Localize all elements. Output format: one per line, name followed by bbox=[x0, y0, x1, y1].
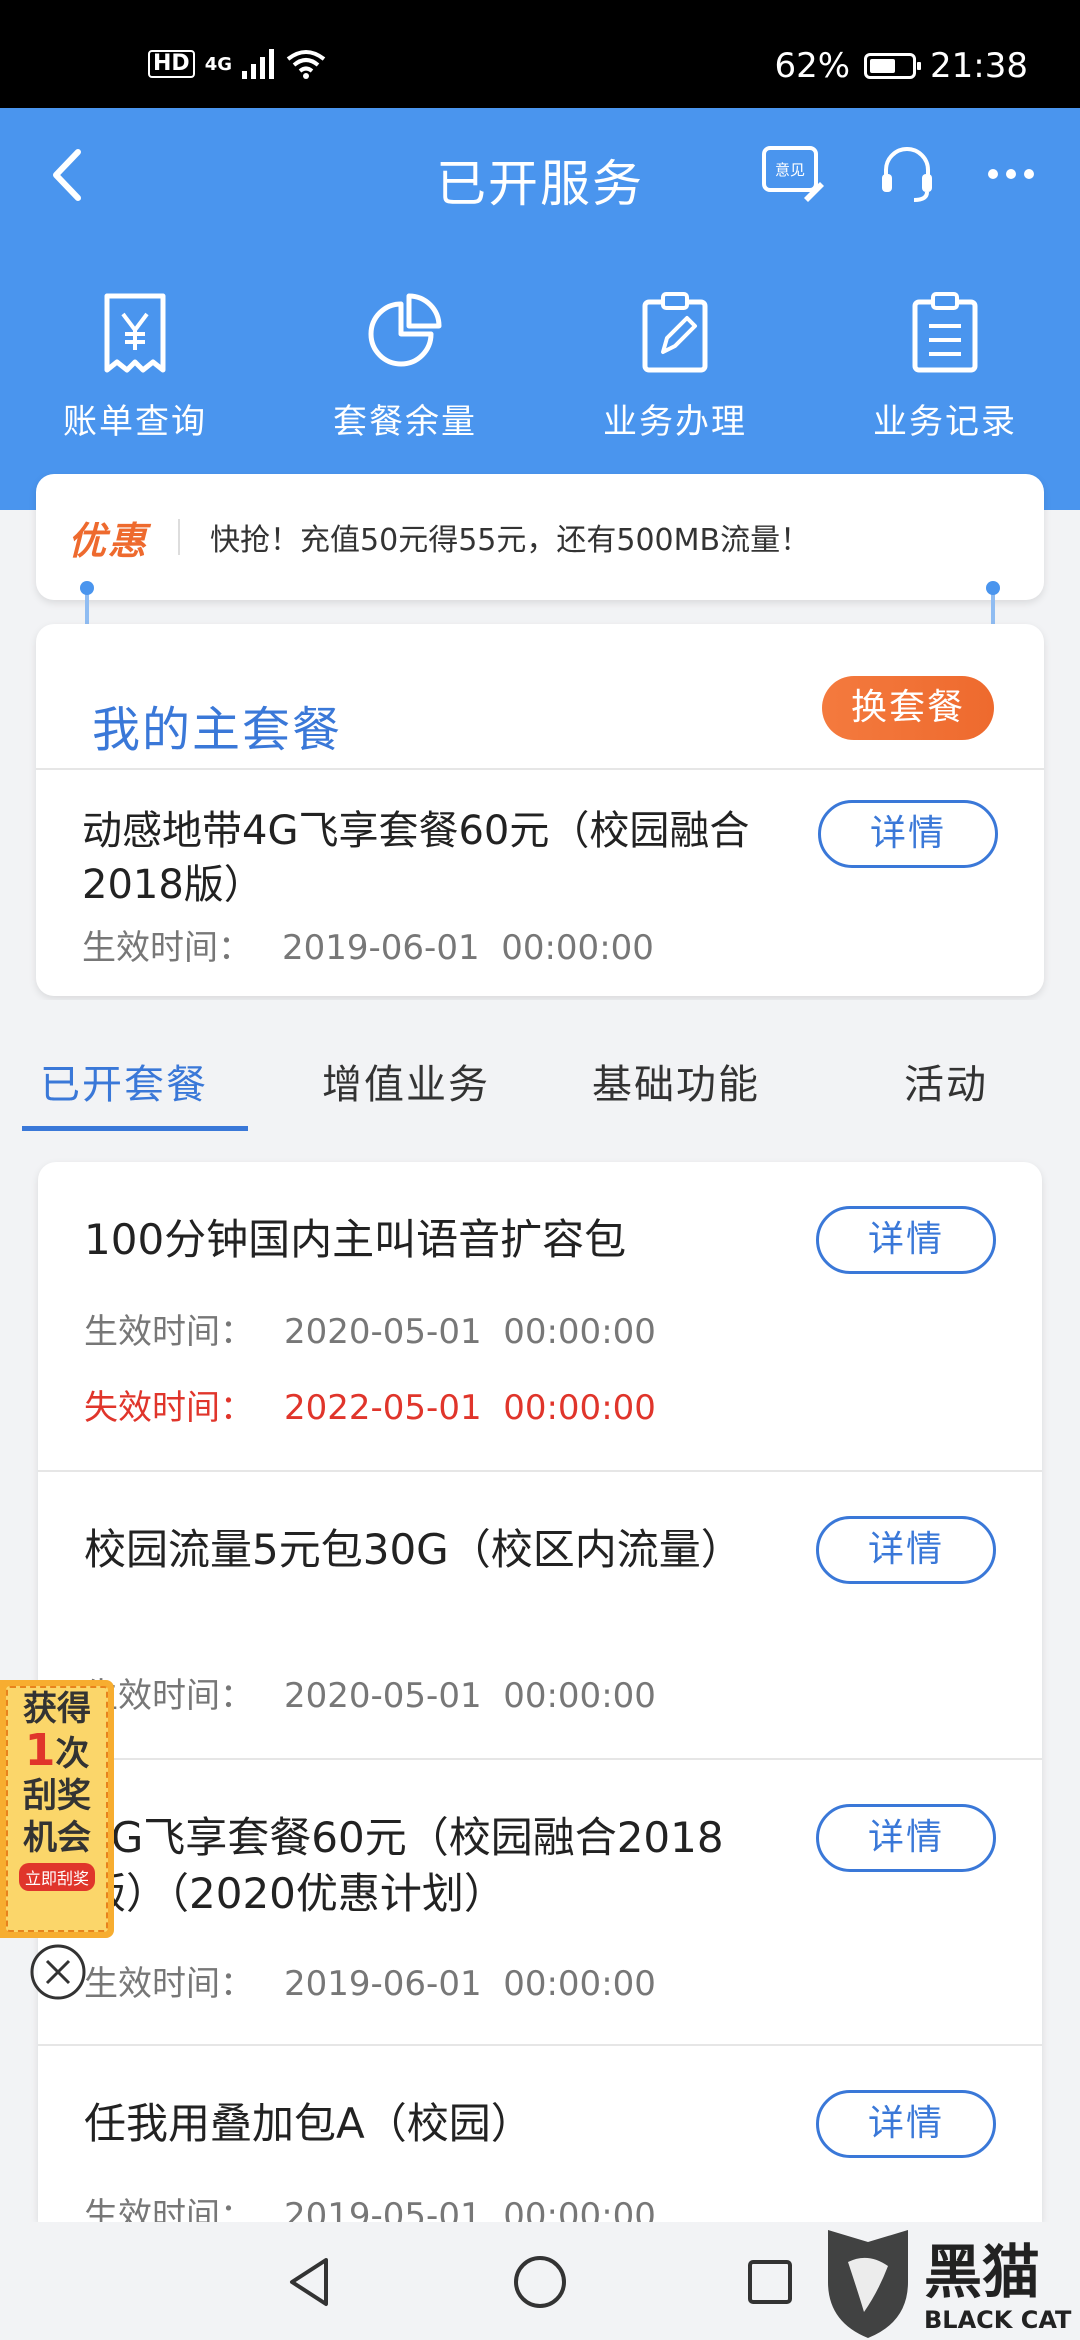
tab-bar: 已开套餐 增值业务 基础功能 活动 bbox=[0, 1000, 1080, 1132]
promo-tag: 优惠 bbox=[68, 518, 149, 563]
expire-time-row: 失效时间： 2022-05-01 00:00:00 bbox=[84, 1380, 656, 1429]
promo-text: 快抢！充值50元得55元，还有500MB流量！ bbox=[210, 523, 811, 558]
quick-action-label: 账单查询 bbox=[63, 402, 207, 442]
battery-percent: 62% bbox=[774, 46, 851, 86]
nav-back-icon[interactable] bbox=[280, 2252, 340, 2312]
package-name: 4G飞享套餐60元（校园融合2018版）（2020优惠计划） bbox=[84, 1813, 724, 1918]
expire-value: 2022-05-01 00:00:00 bbox=[284, 1388, 656, 1428]
package-name: 任我用叠加包A（校园） bbox=[84, 2099, 533, 2148]
watermark-brand: 黑猫 bbox=[924, 2238, 1040, 2306]
package-name: 校园流量5元包30G（校区内流量） bbox=[84, 1525, 743, 1574]
package-list: 100分钟国内主叫语音扩容包 详情 生效时间： 2020-05-01 00:00:… bbox=[38, 1162, 1042, 2222]
nav-home-icon[interactable] bbox=[510, 2252, 570, 2312]
headset-icon[interactable] bbox=[872, 138, 942, 208]
tab-basic-functions[interactable]: 基础功能 bbox=[592, 1052, 760, 1110]
package-detail-button[interactable]: 详情 bbox=[816, 1804, 996, 1872]
edit-icon bbox=[642, 292, 708, 373]
tab-active-indicator bbox=[22, 1126, 248, 1131]
effective-label: 生效时间： bbox=[82, 928, 252, 968]
header: 已开服务 意见 账单查询 套餐余量 业务办理 业务记录 bbox=[0, 108, 1080, 510]
quick-action-handle[interactable]: 业务办理 bbox=[540, 290, 810, 443]
quick-action-records[interactable]: 业务记录 bbox=[810, 290, 1080, 443]
effective-value: 2019-05-01 00:00:00 bbox=[284, 2196, 656, 2222]
quick-action-bill[interactable]: 账单查询 bbox=[0, 290, 270, 443]
signal-icon bbox=[242, 49, 274, 79]
promo-banner[interactable]: 优惠 快抢！充值50元得55元，还有500MB流量！ bbox=[36, 474, 1044, 600]
quick-action-label: 套餐余量 bbox=[333, 402, 477, 442]
list-item: 100分钟国内主叫语音扩容包 详情 生效时间： 2020-05-01 00:00:… bbox=[38, 1162, 1042, 1472]
effective-label: 生效时间： bbox=[84, 1964, 254, 2004]
tab-activities[interactable]: 活动 bbox=[904, 1052, 988, 1110]
network-label: 4G bbox=[204, 53, 232, 75]
promo-separator bbox=[178, 519, 181, 555]
package-detail-button[interactable]: 详情 bbox=[816, 2090, 996, 2158]
battery-fill bbox=[870, 59, 896, 73]
lottery-ad[interactable]: 获得 1次 刮奖 机会 立即刮奖 bbox=[0, 1680, 114, 1938]
close-ad-icon[interactable] bbox=[28, 1942, 88, 2002]
record-icon bbox=[912, 292, 978, 373]
lottery-scratch-button[interactable]: 立即刮奖 bbox=[18, 1863, 95, 1891]
list-item: 任我用叠加包A（校园） 详情 生效时间： 2019-05-01 00:00:00 bbox=[38, 2046, 1042, 2222]
lottery-line-2: 1次 bbox=[8, 1729, 106, 1775]
quick-action-balance[interactable]: 套餐余量 bbox=[270, 290, 540, 443]
quick-action-label: 业务办理 bbox=[603, 402, 747, 442]
divider bbox=[36, 768, 1044, 770]
package-name: 100分钟国内主叫语音扩容包 bbox=[84, 1215, 627, 1264]
blackcat-watermark-logo: 黑猫 BLACK CAT bbox=[828, 2230, 1072, 2338]
lottery-count-unit: 次 bbox=[55, 1734, 90, 1774]
tab-opened-plans[interactable]: 已开套餐 bbox=[40, 1052, 208, 1110]
effective-time-row: 生效时间： 2019-05-01 00:00:00 bbox=[84, 2188, 656, 2222]
feedback-icon[interactable]: 意见 bbox=[758, 138, 828, 208]
effective-time-row: 生效时间： 2020-05-01 00:00:00 bbox=[84, 1304, 656, 1353]
nav-recents-icon[interactable] bbox=[740, 2252, 800, 2312]
main-plan-effective: 生效时间： 2019-06-01 00:00:00 bbox=[82, 920, 654, 969]
effective-value: 2019-06-01 00:00:00 bbox=[284, 1964, 656, 2004]
main-plan-card: 我的主套餐 换套餐 动感地带4G飞享套餐60元（校园融合2018版） 详情 生效… bbox=[36, 624, 1044, 996]
effective-label: 生效时间： bbox=[84, 1312, 254, 1352]
tab-value-added[interactable]: 增值业务 bbox=[322, 1052, 490, 1110]
feedback-icon-text: 意见 bbox=[775, 161, 805, 179]
lottery-line-3: 刮奖 bbox=[23, 1776, 91, 1816]
main-plan-name: 动感地带4G飞享套餐60元（校园融合2018版） bbox=[82, 808, 750, 908]
expire-label: 失效时间： bbox=[84, 1388, 254, 1428]
lottery-line-4: 机会 bbox=[23, 1818, 91, 1858]
watermark-brand-en: BLACK CAT bbox=[924, 2306, 1072, 2334]
lottery-line-1: 获得 bbox=[23, 1689, 91, 1729]
lottery-count: 1 bbox=[24, 1725, 56, 1776]
clock: 21:38 bbox=[930, 46, 1028, 86]
status-right: 62% 21:38 bbox=[774, 44, 1028, 88]
effective-value: 2020-05-01 00:00:00 bbox=[284, 1676, 656, 1716]
package-detail-button[interactable]: 详情 bbox=[816, 1516, 996, 1584]
quick-action-label: 业务记录 bbox=[873, 402, 1017, 442]
package-detail-button[interactable]: 详情 bbox=[816, 1206, 996, 1274]
status-bar: HD 4G 62% 21:38 bbox=[0, 0, 1080, 108]
list-item: 校园流量5元包30G（校区内流量） 详情 生效时间： 2020-05-01 00:… bbox=[38, 1472, 1042, 1760]
effective-value: 2020-05-01 00:00:00 bbox=[284, 1312, 656, 1352]
list-item: 4G飞享套餐60元（校园融合2018版）（2020优惠计划） 详情 生效时间： 2… bbox=[38, 1760, 1042, 2046]
hd-badge: HD bbox=[148, 50, 195, 78]
effective-time-row: 生效时间： 2020-05-01 00:00:00 bbox=[84, 1668, 656, 1717]
main-plan-title: 我的主套餐 bbox=[92, 702, 343, 758]
battery-icon bbox=[864, 53, 922, 79]
bill-icon bbox=[104, 293, 166, 373]
effective-value: 2019-06-01 00:00:00 bbox=[282, 928, 654, 968]
effective-label: 生效时间： bbox=[84, 2196, 254, 2222]
switch-plan-button[interactable]: 换套餐 bbox=[822, 676, 994, 740]
effective-time-row: 生效时间： 2019-06-01 00:00:00 bbox=[84, 1956, 656, 2005]
status-left: HD 4G bbox=[148, 44, 326, 84]
lottery-ad-body: 获得 1次 刮奖 机会 立即刮奖 bbox=[6, 1686, 108, 1932]
more-icon[interactable] bbox=[976, 138, 1046, 208]
wifi-icon bbox=[286, 50, 326, 79]
pie-chart-icon bbox=[368, 293, 442, 367]
main-plan-detail-button[interactable]: 详情 bbox=[818, 800, 998, 868]
